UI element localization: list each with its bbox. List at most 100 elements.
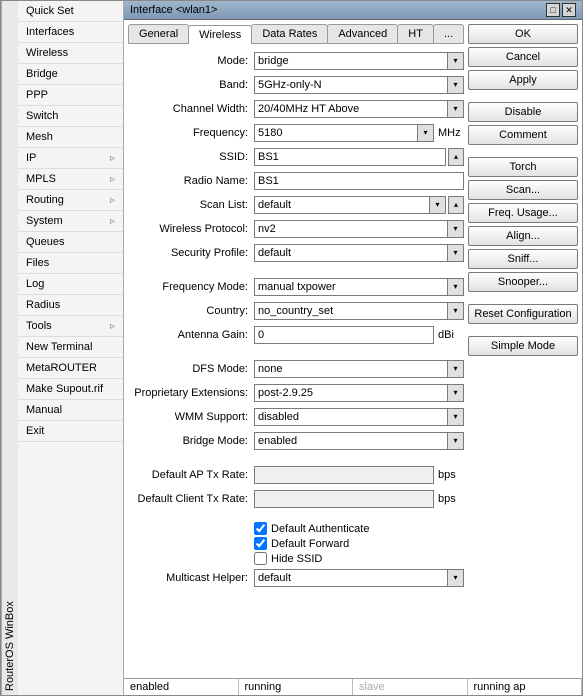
radio_name-input[interactable] bbox=[254, 172, 464, 190]
sidebar-item-queues[interactable]: Queues bbox=[18, 232, 123, 253]
sidebar-item-exit[interactable]: Exit bbox=[18, 421, 123, 442]
comment-button[interactable]: Comment bbox=[468, 125, 578, 145]
channel_width-dropdown-icon[interactable]: ▾ bbox=[448, 100, 464, 118]
ssid-input[interactable] bbox=[254, 148, 446, 166]
snooper--button[interactable]: Snooper... bbox=[468, 272, 578, 292]
sidebar-item-switch[interactable]: Switch bbox=[18, 106, 123, 127]
hide_ssid-label: Hide SSID bbox=[271, 553, 322, 565]
hide_ssid-checkbox[interactable] bbox=[254, 552, 267, 565]
tab-wireless[interactable]: Wireless bbox=[188, 25, 252, 44]
tab--[interactable]: ... bbox=[433, 24, 464, 43]
tab-advanced[interactable]: Advanced bbox=[327, 24, 398, 43]
wireless_protocol-label: Wireless Protocol: bbox=[128, 223, 248, 235]
default_ap_tx-input[interactable] bbox=[254, 466, 434, 484]
country-input[interactable] bbox=[254, 302, 448, 320]
tab-general[interactable]: General bbox=[128, 24, 189, 43]
wireless_protocol-input[interactable] bbox=[254, 220, 448, 238]
scan_list-expand-icon[interactable]: ▴ bbox=[448, 196, 464, 214]
channel_width-input[interactable] bbox=[254, 100, 448, 118]
proprietary_ext-label: Proprietary Extensions: bbox=[128, 387, 248, 399]
sidebar-item-tools[interactable]: Tools bbox=[18, 316, 123, 337]
band-label: Band: bbox=[128, 79, 248, 91]
reset-configuration-button[interactable]: Reset Configuration bbox=[468, 304, 578, 324]
sidebar-item-make-supout-rif[interactable]: Make Supout.rif bbox=[18, 379, 123, 400]
wireless_protocol-dropdown-icon[interactable]: ▾ bbox=[448, 220, 464, 238]
mode-input[interactable] bbox=[254, 52, 448, 70]
scan--button[interactable]: Scan... bbox=[468, 180, 578, 200]
proprietary_ext-input[interactable] bbox=[254, 384, 448, 402]
security_profile-label: Security Profile: bbox=[128, 247, 248, 259]
frequency-dropdown-icon[interactable]: ▾ bbox=[418, 124, 434, 142]
sidebar-item-log[interactable]: Log bbox=[18, 274, 123, 295]
frequency_mode-dropdown-icon[interactable]: ▾ bbox=[448, 278, 464, 296]
radio_name-label: Radio Name: bbox=[128, 175, 248, 187]
apply-button[interactable]: Apply bbox=[468, 70, 578, 90]
sidebar-item-mpls[interactable]: MPLS bbox=[18, 169, 123, 190]
mode-dropdown-icon[interactable]: ▾ bbox=[448, 52, 464, 70]
minimize-button[interactable]: □ bbox=[546, 3, 560, 17]
sniff--button[interactable]: Sniff... bbox=[468, 249, 578, 269]
sidebar-item-wireless[interactable]: Wireless bbox=[18, 43, 123, 64]
security_profile-input[interactable] bbox=[254, 244, 448, 262]
sidebar-item-routing[interactable]: Routing bbox=[18, 190, 123, 211]
sidebar-item-bridge[interactable]: Bridge bbox=[18, 64, 123, 85]
bridge_mode-dropdown-icon[interactable]: ▾ bbox=[448, 432, 464, 450]
antenna_gain-input[interactable] bbox=[254, 326, 434, 344]
cancel-button[interactable]: Cancel bbox=[468, 47, 578, 67]
frequency-input[interactable] bbox=[254, 124, 418, 142]
sidebar-item-system[interactable]: System bbox=[18, 211, 123, 232]
sidebar-item-files[interactable]: Files bbox=[18, 253, 123, 274]
sidebar-item-interfaces[interactable]: Interfaces bbox=[18, 22, 123, 43]
dfs_mode-dropdown-icon[interactable]: ▾ bbox=[448, 360, 464, 378]
ok-button[interactable]: OK bbox=[468, 24, 578, 44]
app-title-vertical: RouterOS WinBox bbox=[1, 1, 18, 695]
bridge_mode-input[interactable] bbox=[254, 432, 448, 450]
status-slave: slave bbox=[353, 679, 468, 695]
multicast_helper-label: Multicast Helper: bbox=[128, 572, 248, 584]
country-label: Country: bbox=[128, 305, 248, 317]
default_forward-checkbox[interactable] bbox=[254, 537, 267, 550]
dfs_mode-input[interactable] bbox=[254, 360, 448, 378]
align--button[interactable]: Align... bbox=[468, 226, 578, 246]
default_client_tx-input[interactable] bbox=[254, 490, 434, 508]
freq-usage--button[interactable]: Freq. Usage... bbox=[468, 203, 578, 223]
sidebar-item-ppp[interactable]: PPP bbox=[18, 85, 123, 106]
tab-strip: GeneralWirelessData RatesAdvancedHT... bbox=[128, 24, 464, 44]
frequency_mode-input[interactable] bbox=[254, 278, 448, 296]
scan_list-dropdown-icon[interactable]: ▾ bbox=[430, 196, 446, 214]
action-button-column: OK Cancel Apply Disable Comment Torch Scan... F… bbox=[468, 24, 578, 674]
sidebar-item-quick-set[interactable]: Quick Set bbox=[18, 1, 123, 22]
sidebar-item-radius[interactable]: Radius bbox=[18, 295, 123, 316]
country-dropdown-icon[interactable]: ▾ bbox=[448, 302, 464, 320]
security_profile-dropdown-icon[interactable]: ▾ bbox=[448, 244, 464, 262]
status-running: running bbox=[239, 679, 354, 695]
sidebar-item-metarouter[interactable]: MetaROUTER bbox=[18, 358, 123, 379]
tab-ht[interactable]: HT bbox=[397, 24, 434, 43]
default_authenticate-checkbox[interactable] bbox=[254, 522, 267, 535]
proprietary_ext-dropdown-icon[interactable]: ▾ bbox=[448, 384, 464, 402]
scan_list-input[interactable] bbox=[254, 196, 430, 214]
ssid-expand-icon[interactable]: ▴ bbox=[448, 148, 464, 166]
sidebar-item-ip[interactable]: IP bbox=[18, 148, 123, 169]
band-input[interactable] bbox=[254, 76, 448, 94]
wmm_support-input[interactable] bbox=[254, 408, 448, 426]
sidebar-item-mesh[interactable]: Mesh bbox=[18, 127, 123, 148]
scan_list-label: Scan List: bbox=[128, 199, 248, 211]
wmm_support-dropdown-icon[interactable]: ▾ bbox=[448, 408, 464, 426]
status-bar: enabled running slave running ap bbox=[124, 678, 582, 695]
sidebar-item-new-terminal[interactable]: New Terminal bbox=[18, 337, 123, 358]
sidebar-item-manual[interactable]: Manual bbox=[18, 400, 123, 421]
disable-button[interactable]: Disable bbox=[468, 102, 578, 122]
sidebar: Quick SetInterfacesWirelessBridgePPPSwit… bbox=[18, 1, 124, 695]
torch-button[interactable]: Torch bbox=[468, 157, 578, 177]
mode-label: Mode: bbox=[128, 55, 248, 67]
band-dropdown-icon[interactable]: ▾ bbox=[448, 76, 464, 94]
multicast_helper-dropdown-icon[interactable]: ▾ bbox=[448, 569, 464, 587]
wmm_support-label: WMM Support: bbox=[128, 411, 248, 423]
default_client_tx-label: Default Client Tx Rate: bbox=[128, 493, 248, 505]
close-button[interactable]: ✕ bbox=[562, 3, 576, 17]
simple-mode-button[interactable]: Simple Mode bbox=[468, 336, 578, 356]
channel_width-label: Channel Width: bbox=[128, 103, 248, 115]
multicast_helper-input[interactable] bbox=[254, 569, 448, 587]
tab-data-rates[interactable]: Data Rates bbox=[251, 24, 328, 43]
